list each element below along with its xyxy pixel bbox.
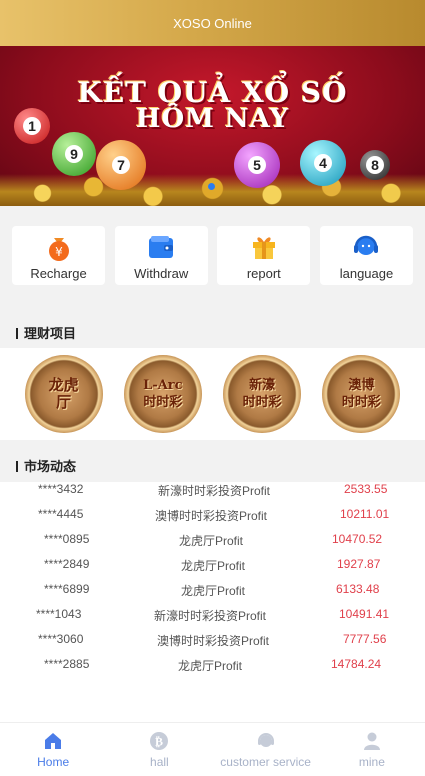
row-user: ****3432 [38,482,84,496]
lottery-ball: 5 [234,142,280,188]
tab-mine[interactable]: mine [319,723,425,776]
svg-text:¥: ¥ [55,245,63,259]
person-icon [363,732,380,750]
list-item: ****3060 澳博时时彩投资Profit 7777.56 [0,632,425,657]
headset-icon [351,232,381,262]
row-user: ****1043 [36,607,82,621]
top-header: XOSO Online [0,0,425,46]
recharge-label: Recharge [30,266,87,281]
list-item: ****0895 龙虎厅Profit 10470.52 [0,532,425,557]
row-product: 新濠时时彩投资Profit [154,609,267,623]
product-larc[interactable]: L-Arc 时时彩 [123,355,202,433]
product-list: 龙虎 厅 L-Arc 时时彩 新濠 时时彩 澳博 时时彩 [0,348,425,440]
row-product: 澳博时时彩投资Profit [155,509,268,523]
money-bag-icon: ¥ [44,232,74,262]
svg-text:₿: ₿ [155,734,163,748]
tab-label: hall [150,754,169,769]
product-aobo[interactable]: 澳博 时时彩 [322,355,401,433]
row-amount: 10491.41 [339,607,390,621]
withdraw-label: Withdraw [134,266,189,281]
page-title: XOSO Online [173,15,252,31]
app-page: XOSO Online KẾT QUẢ XỔ SỐ HÔM NAY 1 9 7 … [0,0,425,776]
finance-section-title: 理财项目 [16,323,76,342]
tab-customer-service[interactable]: customer service [213,723,319,776]
row-product: 龙虎厅Profit [181,559,246,573]
row-amount: 2533.55 [344,482,388,496]
list-item: ****2885 龙虎厅Profit 14784.24 [0,657,425,682]
quick-actions: ¥ Recharge Withdraw report language [12,226,413,285]
product-xinhao[interactable]: 新濠 时时彩 [223,355,302,433]
row-product: 新濠时时彩投资Profit [158,484,271,498]
language-label: language [339,266,394,281]
row-amount: 10211.01 [340,507,390,521]
recharge-button[interactable]: ¥ Recharge [12,226,105,285]
row-product: 龙虎厅Profit [181,584,246,598]
row-amount: 14784.24 [331,657,382,671]
row-amount: 10470.52 [332,532,383,546]
tab-home[interactable]: Home [0,723,106,776]
bottom-tab-bar: Home ₿ hall customer service mine [0,722,425,776]
language-button[interactable]: language [319,226,413,285]
promo-banner[interactable]: KẾT QUẢ XỔ SỐ HÔM NAY [0,46,425,206]
gold-coins-decoration [0,174,425,206]
lottery-ball: 9 [52,132,96,176]
row-amount: 7777.56 [343,632,387,646]
lottery-ball: 1 [14,108,50,144]
row-user: ****0895 [44,532,90,546]
row-user: ****2849 [44,557,90,571]
product-label: 新濠 时时彩 [242,378,282,410]
row-amount: 1927.87 [337,557,381,571]
tab-label: customer service [220,754,311,769]
lottery-ball: 8 [360,150,390,180]
list-item: ****1043 新濠时时彩投资Profit 10491.41 [0,607,425,632]
row-amount: 6133.48 [336,582,380,596]
row-product: 澳博时时彩投资Profit [157,634,270,648]
product-label: 澳博 时时彩 [341,378,381,410]
row-user: ****3060 [38,632,84,646]
withdraw-button[interactable]: Withdraw [114,226,208,285]
row-product: 龙虎厅Profit [178,659,243,673]
home-icon [45,732,62,749]
lottery-ball: 7 [96,140,146,190]
tab-hall[interactable]: ₿ hall [106,723,212,776]
tab-label: Home [37,754,70,769]
banner-subheadline: HÔM NAY [135,104,290,134]
wallet-icon [146,232,176,262]
list-item: ****3432 新濠时时彩投资Profit 2533.55 [0,482,425,507]
list-item: ****6899 龙虎厅Profit 6133.48 [0,582,425,607]
carousel-indicator[interactable] [208,183,215,190]
row-product: 龙虎厅Profit [179,534,244,548]
gift-icon [249,232,279,262]
report-label: report [246,266,281,281]
list-item: ****2849 龙虎厅Profit 1927.87 [0,557,425,582]
market-feed: ****3432 新濠时时彩投资Profit 2533.55 ****4445 … [0,482,425,722]
market-section-title: 市场动态 [16,456,76,475]
row-user: ****6899 [44,582,90,596]
row-user: ****2885 [44,657,90,671]
lottery-ball: 4 [300,140,346,186]
product-label: L-Arc 时时彩 [143,378,183,410]
report-button[interactable]: report [217,226,311,285]
support-icon [257,732,274,747]
list-item: ****4445 澳博时时彩投资Profit 10211.01 [0,507,425,532]
tab-label: mine [358,754,385,769]
bitcoin-icon: ₿ [150,731,169,750]
product-longhu[interactable]: 龙虎 厅 [24,355,103,433]
row-user: ****4445 [38,507,84,521]
product-label: 龙虎 厅 [48,376,79,411]
